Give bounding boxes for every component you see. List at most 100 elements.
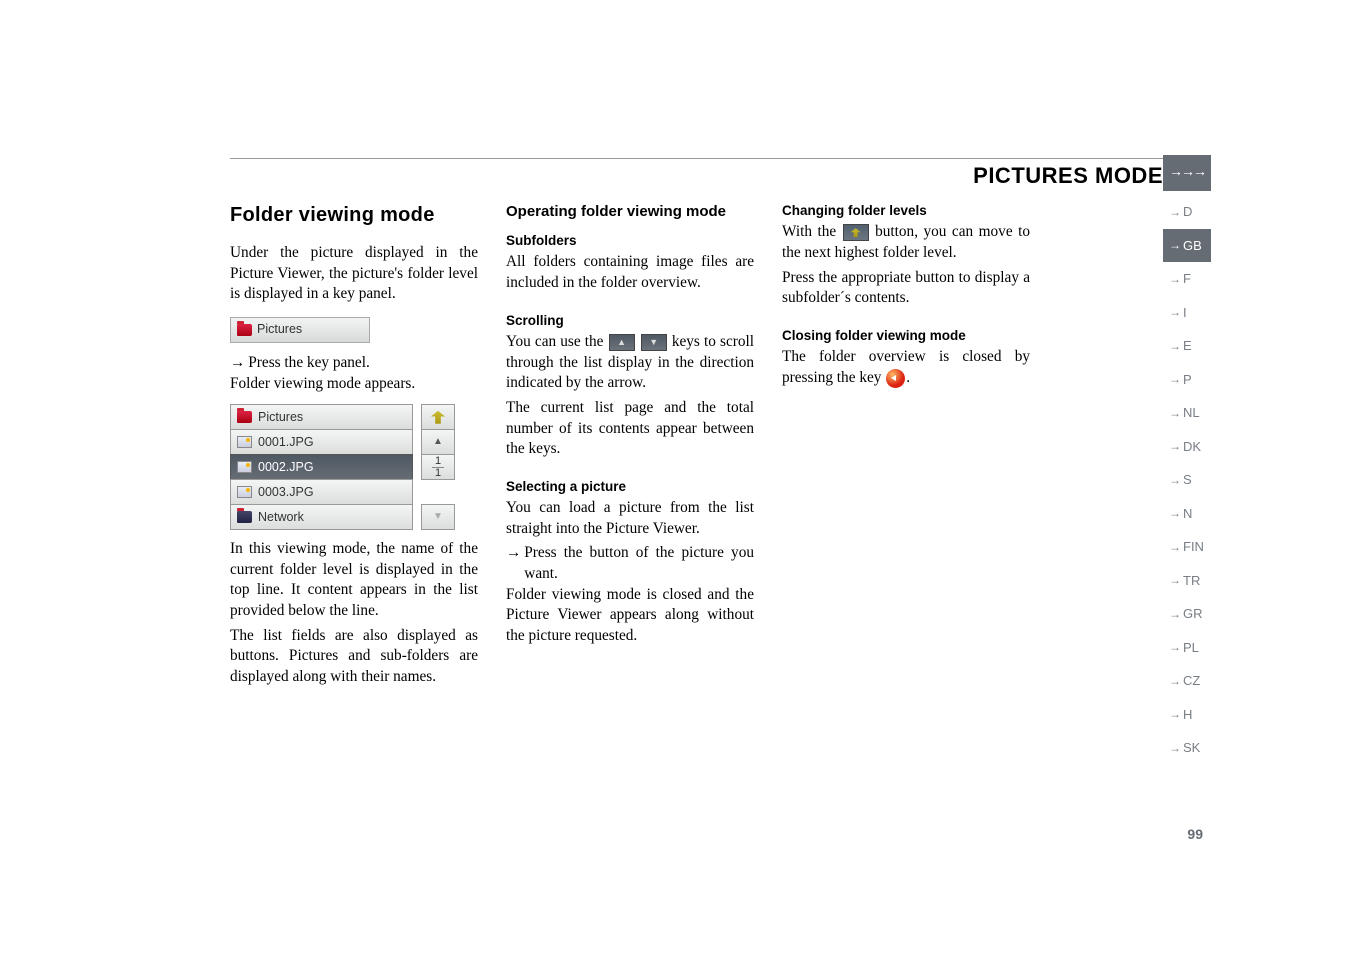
sidebar-item-label: NL (1183, 405, 1200, 420)
list-item[interactable]: 0001.JPG (230, 429, 413, 455)
scroll-up-button[interactable]: ▲ (421, 429, 455, 455)
paragraph: You can load a picture from the list str… (506, 498, 754, 539)
sidebar-item-cz[interactable]: → CZ (1163, 664, 1211, 698)
subheading-scrolling: Scrolling (506, 312, 754, 330)
sidebar-item-label: SK (1183, 740, 1200, 755)
scroll-up-key-icon: ▲ (609, 334, 635, 351)
list-item-network[interactable]: Network (230, 504, 413, 530)
list-item[interactable]: 0003.JPG (230, 479, 413, 505)
image-icon (237, 436, 252, 448)
triangle-up-icon: ▲ (433, 435, 443, 449)
language-sidebar: → D→ GB→ F→ I→ E→ P→ NL→ DK→ S→ N→ FIN→ … (1163, 195, 1211, 765)
sidebar-item-label: I (1183, 305, 1187, 320)
intro-paragraph: Under the picture displayed in the Pictu… (230, 243, 478, 305)
paragraph-scrolling: You can use the ▲ ▼ keys to scroll throu… (506, 332, 754, 394)
subheading-subfolders: Subfolders (506, 232, 754, 250)
list-item-label: 0002.JPG (258, 459, 314, 476)
sidebar-item-label: PL (1183, 640, 1199, 655)
key-panel-label: Pictures (257, 321, 302, 338)
sidebar-item-f[interactable]: → F (1163, 262, 1211, 296)
sidebar-item-n[interactable]: → N (1163, 497, 1211, 531)
list-item-label: 0003.JPG (258, 484, 314, 501)
instruction-press-picture: → Press the button of the picture you wa… (506, 543, 754, 584)
list-item-label: Network (258, 509, 304, 526)
sidebar-item-label: F (1183, 271, 1191, 286)
sidebar-item-label: D (1183, 204, 1192, 219)
pictures-key-panel[interactable]: Pictures (230, 317, 370, 343)
paragraph: All folders containing image files are i… (506, 252, 754, 293)
sidebar-item-label: E (1183, 338, 1192, 353)
folder-icon (237, 324, 252, 336)
sidebar-item-nl[interactable]: → NL (1163, 396, 1211, 430)
instruction-press-key-panel: → Press the key panel. (230, 353, 478, 374)
list-item[interactable]: 0002.JPG (230, 454, 413, 480)
list-item-label: 0001.JPG (258, 434, 314, 451)
sidebar-item-sk[interactable]: → SK (1163, 731, 1211, 765)
arrow-icon: → (1169, 406, 1181, 420)
triangle-down-icon: ▼ (433, 510, 443, 524)
sidebar-item-i[interactable]: → I (1163, 296, 1211, 330)
subheading-selecting: Selecting a picture (506, 478, 754, 496)
arrow-icon: → (1169, 473, 1181, 487)
subheading-changing-levels: Changing folder levels (782, 202, 1030, 220)
sidebar-item-e[interactable]: → E (1163, 329, 1211, 363)
page-total: 1 (432, 467, 444, 479)
header-arrow-box: →→→ (1163, 155, 1211, 191)
network-icon (237, 511, 252, 523)
subheading-closing: Closing folder viewing mode (782, 327, 1030, 345)
arrow-icon: → (1169, 272, 1181, 286)
arrow-icon: → (1169, 741, 1181, 755)
folder-list: Pictures 0001.JPG ▲ 0002. (230, 404, 455, 529)
sidebar-item-pl[interactable]: → PL (1163, 631, 1211, 665)
text: . (906, 369, 910, 386)
sidebar-item-label: GB (1183, 238, 1202, 253)
folder-icon (237, 411, 252, 423)
arrow-icon: → (506, 543, 524, 584)
arrow-icon: → (1169, 238, 1181, 252)
sidebar-item-dk[interactable]: → DK (1163, 430, 1211, 464)
sidebar-item-label: CZ (1183, 673, 1200, 688)
sidebar-item-tr[interactable]: → TR (1163, 564, 1211, 598)
arrow-icon: → (1169, 439, 1181, 453)
sidebar-item-gb[interactable]: → GB (1163, 229, 1211, 263)
paragraph: Press the appropriate button to display … (782, 268, 1030, 309)
folder-list-header[interactable]: Pictures (230, 404, 413, 430)
folder-up-button[interactable] (421, 404, 455, 430)
sidebar-item-s[interactable]: → S (1163, 463, 1211, 497)
sidebar-item-h[interactable]: → H (1163, 698, 1211, 732)
arrow-icon: → (1169, 640, 1181, 654)
heading-operating: Operating folder viewing mode (506, 202, 754, 222)
arrow-icon: → (1169, 540, 1181, 554)
instruction-text: Press the key panel. (248, 353, 478, 374)
paragraph-change-levels: With the button, you can move to the nex… (782, 222, 1030, 263)
sidebar-item-p[interactable]: → P (1163, 363, 1211, 397)
back-key-icon (886, 369, 905, 388)
sidebar-item-fin[interactable]: → FIN (1163, 530, 1211, 564)
column-3: Changing folder levels With the button, … (782, 202, 1030, 692)
arrow-icon: → (1169, 205, 1181, 219)
sidebar-item-d[interactable]: → D (1163, 195, 1211, 229)
column-2: Operating folder viewing mode Subfolders… (506, 202, 754, 692)
folder-up-key-icon (843, 224, 869, 241)
arrow-icon: → (1169, 339, 1181, 353)
folder-up-icon (851, 228, 861, 237)
folder-header-label: Pictures (258, 409, 303, 426)
arrow-icon: → (1169, 607, 1181, 621)
paragraph: The list fields are also displayed as bu… (230, 626, 478, 688)
arrows-icon: →→→ (1169, 165, 1205, 181)
arrow-icon: → (1169, 573, 1181, 587)
arrow-icon: → (1169, 305, 1181, 319)
folder-up-icon (431, 411, 445, 424)
sidebar-item-label: P (1183, 372, 1192, 387)
scroll-down-key-icon: ▼ (641, 334, 667, 351)
scroll-down-button[interactable]: ▼ (421, 504, 455, 530)
sidebar-item-gr[interactable]: → GR (1163, 597, 1211, 631)
instruction-text: Press the button of the picture you want… (524, 543, 754, 584)
sidebar-item-label: S (1183, 472, 1192, 487)
paragraph: The current list page and the total numb… (506, 398, 754, 460)
sidebar-item-label: TR (1183, 573, 1200, 588)
sidebar-item-label: GR (1183, 606, 1203, 621)
text: You can use the (506, 333, 608, 350)
arrow-icon: → (1169, 506, 1181, 520)
page-indicator: 1 1 (421, 454, 455, 480)
